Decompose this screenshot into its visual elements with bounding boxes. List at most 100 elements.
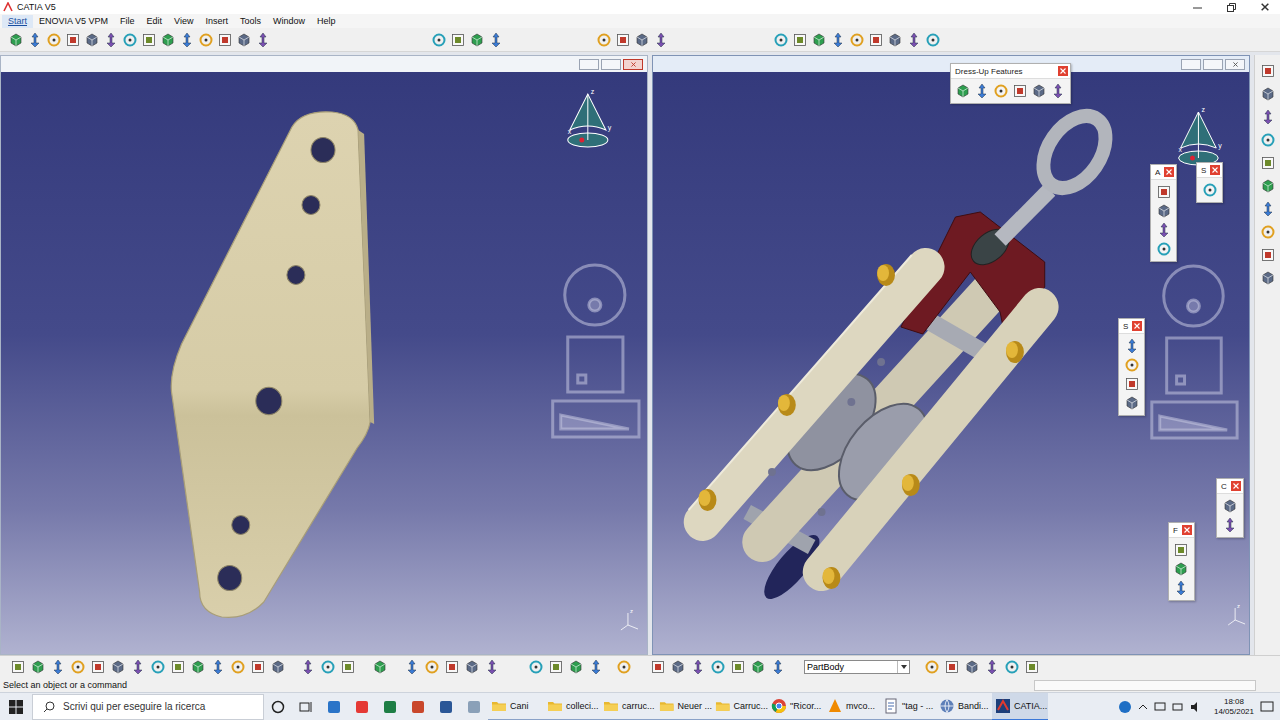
tool-icon[interactable] (450, 32, 466, 48)
tool-icon[interactable] (964, 659, 980, 675)
pinned-app[interactable] (376, 693, 404, 720)
pulley-viewport[interactable]: zxyz (653, 72, 1249, 654)
floating-toolbar[interactable]: Dress-Up Features (950, 63, 1071, 104)
chevron-down-icon[interactable] (901, 665, 907, 669)
tool-icon[interactable] (925, 32, 941, 48)
menu-item[interactable]: Insert (199, 15, 234, 28)
floating-close-button[interactable] (1164, 167, 1174, 177)
tool-icon[interactable] (90, 659, 106, 675)
tool-icon[interactable] (300, 659, 316, 675)
tool-icon[interactable] (484, 659, 500, 675)
tool-icon[interactable] (730, 659, 746, 675)
tool-icon[interactable] (130, 659, 146, 675)
close-icon[interactable] (1184, 527, 1190, 533)
tool-icon[interactable] (150, 659, 166, 675)
minimize-icon[interactable] (1193, 3, 1202, 12)
close-icon[interactable] (1134, 323, 1140, 329)
cortana-icon[interactable] (271, 700, 285, 714)
close-button[interactable] (1250, 3, 1280, 11)
tool-icon[interactable] (710, 659, 726, 675)
tool-icon[interactable] (868, 32, 884, 48)
child-maximize-button[interactable] (1203, 59, 1223, 70)
pinned-app-icon[interactable] (382, 699, 398, 715)
close-icon[interactable] (1060, 68, 1066, 74)
menu-item[interactable]: ENOVIA V5 VPM (33, 15, 114, 28)
pinned-app-icon[interactable] (354, 699, 370, 715)
tool-icon[interactable] (103, 32, 119, 48)
notification-icon[interactable] (1260, 700, 1274, 714)
plate-viewport-canvas[interactable]: zxyz (1, 72, 647, 654)
tool-icon[interactable] (1260, 270, 1276, 286)
tool-icon[interactable] (974, 83, 990, 99)
floating-toolbar-title[interactable]: S (1197, 163, 1222, 177)
tool-icon[interactable] (170, 659, 186, 675)
tool-icon[interactable] (616, 659, 632, 675)
floating-toolbar[interactable]: A (1150, 164, 1177, 262)
chevron-up-icon[interactable] (1138, 702, 1148, 712)
tool-icon[interactable] (1260, 155, 1276, 171)
floating-close-button[interactable] (1132, 321, 1142, 331)
tool-icon[interactable] (1222, 517, 1238, 533)
tool-icon[interactable] (1124, 357, 1140, 373)
taskbar-app[interactable]: Carruc... (712, 693, 768, 720)
tool-icon[interactable] (811, 32, 827, 48)
tool-icon[interactable] (50, 659, 66, 675)
tool-icon[interactable] (944, 659, 960, 675)
taskbar-app[interactable]: Bandi... (936, 693, 992, 720)
tool-icon[interactable] (1156, 241, 1172, 257)
taskbar-app[interactable]: "Ricor... (768, 693, 824, 720)
tool-icon[interactable] (1173, 561, 1189, 577)
tool-icon[interactable] (1124, 376, 1140, 392)
tool-icon[interactable] (469, 32, 485, 48)
restore-icon[interactable] (1227, 3, 1236, 12)
tool-icon[interactable] (615, 32, 631, 48)
menu-item[interactable]: Start (2, 15, 33, 28)
pinned-app-icon[interactable] (438, 699, 454, 715)
tool-icon[interactable] (750, 659, 766, 675)
pulley-viewport-canvas[interactable]: zxyz (653, 72, 1249, 654)
pinned-app-icon[interactable] (466, 699, 482, 715)
tool-icon[interactable] (792, 32, 808, 48)
taskbar-app[interactable]: Neuer ... (656, 693, 712, 720)
compass[interactable]: zxy (1179, 106, 1223, 165)
floating-toolbar-title[interactable]: Dress-Up Features (951, 64, 1070, 78)
tool-icon[interactable] (198, 32, 214, 48)
taskbar-app[interactable]: colleci... (544, 693, 600, 720)
tool-icon[interactable] (1024, 659, 1040, 675)
tool-icon[interactable] (1012, 83, 1028, 99)
network-icon[interactable] (1154, 701, 1166, 713)
tool-icon[interactable] (568, 659, 584, 675)
body-dropdown[interactable]: PartBody (804, 660, 910, 674)
tool-icon[interactable] (122, 32, 138, 48)
tool-icon[interactable] (27, 32, 43, 48)
floating-close-button[interactable] (1058, 66, 1068, 76)
tool-icon[interactable] (1260, 224, 1276, 240)
taskbar-app[interactable]: mvco... (824, 693, 880, 720)
start-button[interactable] (0, 693, 32, 720)
plate-viewport[interactable]: zxyz (1, 72, 647, 654)
tool-icon[interactable] (190, 659, 206, 675)
tool-icon[interactable] (217, 32, 233, 48)
tool-icon[interactable] (634, 32, 650, 48)
help-icon[interactable] (1118, 700, 1132, 714)
task-view-button[interactable] (292, 693, 320, 720)
floating-toolbar[interactable]: S (1196, 162, 1223, 203)
tool-icon[interactable] (1222, 498, 1238, 514)
tool-icon[interactable] (1173, 580, 1189, 596)
tool-icon[interactable] (1260, 201, 1276, 217)
floating-close-button[interactable] (1231, 481, 1241, 491)
tool-icon[interactable] (650, 659, 666, 675)
child-close-button[interactable] (1225, 59, 1245, 70)
tool-icon[interactable] (30, 659, 46, 675)
tool-icon[interactable] (924, 659, 940, 675)
floating-close-button[interactable] (1182, 525, 1192, 535)
cortana-button[interactable] (264, 693, 292, 720)
menu-item[interactable]: File (114, 15, 141, 28)
pinned-app-icon[interactable] (326, 699, 342, 715)
pinned-app-icon[interactable] (410, 699, 426, 715)
floating-close-button[interactable] (1210, 165, 1220, 175)
tool-icon[interactable] (955, 83, 971, 99)
tool-icon[interactable] (770, 659, 786, 675)
menu-item[interactable]: Window (267, 15, 311, 28)
tool-icon[interactable] (372, 659, 388, 675)
